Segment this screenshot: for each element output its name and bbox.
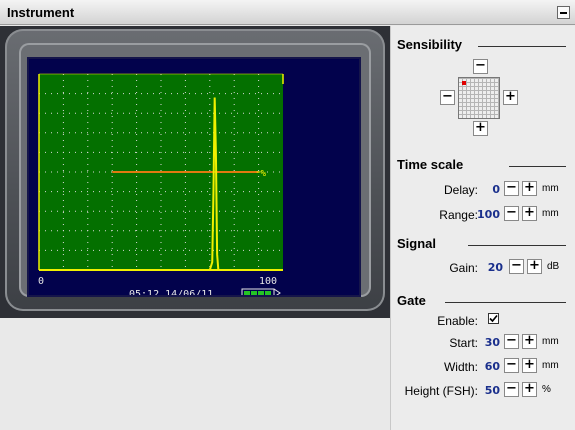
gate-start-label: Start: [449,336,478,350]
ascan-chart: % 0 100 05:12 14/06/11 [38,73,284,295]
gate-height-decrease-button[interactable]: − [504,382,519,397]
gate-enable-label: Enable: [437,314,478,328]
window-title: Instrument [7,5,75,20]
sensibility-pad-marker [462,81,466,85]
gate-width-increase-button[interactable]: + [522,358,537,373]
gate-width-decrease-button[interactable]: − [504,358,519,373]
sensibility-left-button[interactable]: − [440,90,455,105]
gate-width-label: Width: [443,360,478,374]
range-label: Range: [439,208,478,222]
gate-height-unit: % [542,384,551,395]
gate-heading: Gate [397,293,426,308]
battery-segment [244,291,250,295]
gain-decrease-button[interactable]: − [509,259,524,274]
gain-value: 20 [487,261,503,274]
gate-width-unit: mm [542,360,559,371]
range-decrease-button[interactable]: − [504,206,519,221]
gate-height-increase-button[interactable]: + [522,382,537,397]
range-value: 100 [477,208,500,221]
checkmark-icon [489,314,498,323]
signal-heading: Signal [397,236,437,251]
empty-area [0,318,390,430]
signal-divider [468,245,566,246]
battery-tip [273,288,281,295]
gate-marker: % [261,169,267,179]
gate-height-label: Height (FSH): [404,384,478,398]
gate-start-increase-button[interactable]: + [522,334,537,349]
time-scale-heading: Time scale [397,157,464,172]
battery-segment [251,291,257,295]
gate-start-unit: mm [542,336,559,347]
x-end-label: 100 [259,276,277,287]
delay-label: Delay: [443,183,478,197]
sensibility-heading: Sensibility [397,37,463,52]
gain-increase-button[interactable]: + [527,259,542,274]
battery-segment [265,291,271,295]
delay-value: 0 [492,183,500,196]
status-datetime: 05:12 14/06/11 [129,289,213,295]
range-unit: mm [542,208,559,219]
delay-decrease-button[interactable]: − [504,181,519,196]
title-bar: Instrument [0,0,575,25]
range-increase-button[interactable]: + [522,206,537,221]
control-panel: Sensibility − − + + Time scale Delay: 0 … [390,26,575,430]
sensibility-down-button[interactable]: + [473,121,488,136]
device-display: % 0 100 05:12 14/06/11 [0,26,390,318]
gate-height-value: 50 [484,384,500,397]
minimize-button[interactable] [557,6,570,19]
gate-width-value: 60 [484,360,500,373]
time-scale-divider [509,166,566,167]
gate-divider [445,302,566,303]
sensibility-divider [478,46,566,47]
gain-unit: dB [547,261,560,272]
sensibility-pad[interactable] [458,77,500,119]
gate-start-decrease-button[interactable]: − [504,334,519,349]
delay-unit: mm [542,183,559,194]
device-screen: % 0 100 05:12 14/06/11 [27,57,361,297]
gate-enable-checkbox[interactable] [488,313,499,324]
gate-start-value: 30 [484,336,500,349]
sensibility-right-button[interactable]: + [503,90,518,105]
x-start-label: 0 [38,276,44,287]
delay-increase-button[interactable]: + [522,181,537,196]
sensibility-up-button[interactable]: − [473,59,488,74]
battery-segment [258,291,264,295]
gain-label: Gain: [449,261,478,275]
